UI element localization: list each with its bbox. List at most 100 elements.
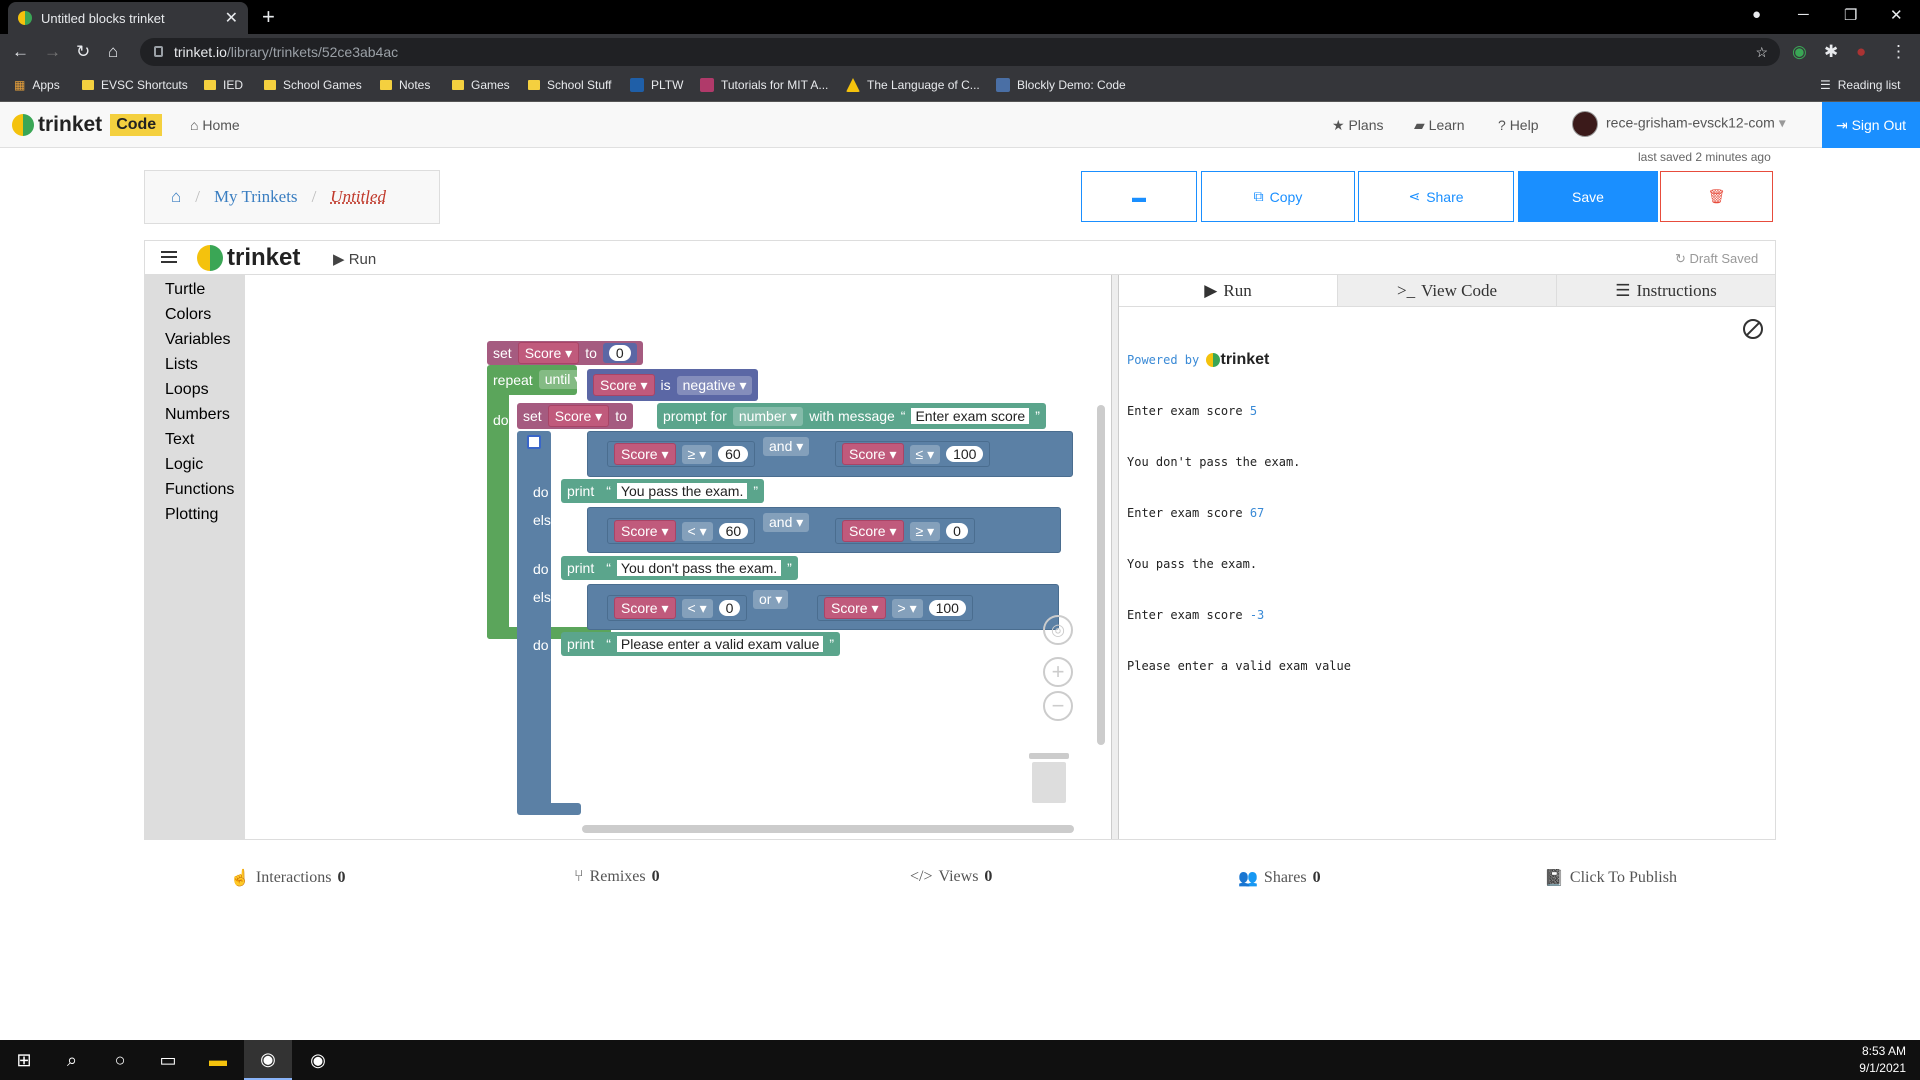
save-button[interactable]: Save <box>1518 171 1658 222</box>
compare-gt-100[interactable]: Score ▾ > ▾ 100 <box>817 595 973 621</box>
reload-icon[interactable]: ↻ <box>76 42 90 62</box>
score-variable-dropdown[interactable]: Score ▾ <box>614 597 676 619</box>
score-variable-dropdown[interactable]: Score ▾ <box>614 443 676 465</box>
browser-tab[interactable]: Untitled blocks trinket ✕ <box>8 2 248 34</box>
vertical-scrollbar[interactable] <box>1097 405 1105 745</box>
is-negative-block[interactable]: Score ▾ is negative ▾ <box>587 369 759 401</box>
number-field[interactable]: 60 <box>718 523 749 539</box>
toolbox-plotting[interactable]: Plotting <box>165 506 218 524</box>
publish-link[interactable]: 📓 Click To Publish <box>1544 868 1677 888</box>
toolbox-colors[interactable]: Colors <box>165 306 211 324</box>
toolbox-variables[interactable]: Variables <box>165 331 231 349</box>
profile-menu-icon[interactable]: ● <box>1752 6 1761 23</box>
task-view-icon[interactable]: ▭ <box>144 1040 192 1080</box>
hamburger-menu-icon[interactable] <box>161 251 177 263</box>
file-explorer-icon[interactable]: ▬ <box>194 1040 242 1080</box>
plans-link[interactable]: ★ Plans <box>1332 117 1383 134</box>
interactions-stat[interactable]: ☝ Interactions 0 <box>230 868 345 888</box>
bookmark-blockly-demo[interactable]: Blockly Demo: Code <box>996 78 1126 92</box>
grammarly-icon[interactable]: ◉ <box>1792 42 1807 62</box>
copy-button[interactable]: ⧉ Copy <box>1201 171 1355 222</box>
restore-icon[interactable]: ❐ <box>1844 6 1857 24</box>
pane-divider[interactable] <box>1111 275 1119 839</box>
back-icon[interactable]: ← <box>12 42 29 62</box>
score-variable-dropdown[interactable]: Score ▾ <box>842 443 904 465</box>
mutator-gear-icon[interactable] <box>527 435 541 449</box>
extensions-icon[interactable]: ✱ <box>1824 42 1838 62</box>
until-dropdown[interactable]: until ▾ <box>538 370 588 389</box>
or-dropdown[interactable]: or ▾ <box>753 589 789 609</box>
trinket-code-logo[interactable]: trinket Code <box>12 113 163 137</box>
operator-dropdown[interactable]: < ▾ <box>681 598 713 618</box>
number-field[interactable]: 60 <box>718 446 748 462</box>
chrome-taskbar-icon[interactable]: ◉ <box>244 1040 292 1080</box>
set-score-zero-block[interactable]: set Score ▾ to 0 <box>487 341 643 365</box>
views-stat[interactable]: </> Views 0 <box>910 868 992 886</box>
minimize-icon[interactable]: ─ <box>1798 6 1809 23</box>
remixes-stat[interactable]: ⑂ Remixes 0 <box>574 868 660 886</box>
new-tab-icon[interactable]: + <box>262 4 275 30</box>
zoom-out-icon[interactable]: − <box>1043 691 1073 721</box>
prompt-block[interactable]: prompt for number ▾ with message “Enter … <box>657 403 1046 429</box>
close-window-icon[interactable]: ✕ <box>1890 6 1903 24</box>
operator-dropdown[interactable]: < ▾ <box>681 521 713 541</box>
reading-list[interactable]: ☰ Reading list <box>1820 78 1900 92</box>
profile-avatar-icon[interactable]: ● <box>1856 42 1866 62</box>
bookmark-apps[interactable]: ▦ Apps <box>14 78 60 92</box>
operator-dropdown[interactable]: > ▾ <box>891 598 923 618</box>
tab-run[interactable]: ▶ Run <box>1119 275 1337 306</box>
bookmark-language-of-c[interactable]: The Language of C... <box>846 78 980 92</box>
operator-dropdown[interactable]: ≤ ▾ <box>909 444 941 464</box>
chrome-menu-icon[interactable]: ⋮ <box>1890 42 1907 62</box>
tab-instructions[interactable]: ☰ Instructions <box>1556 275 1775 306</box>
folder-button[interactable]: ▬ <box>1081 171 1197 222</box>
set-score-prompt-block[interactable]: set Score ▾ to <box>517 403 633 429</box>
bookmark-notes[interactable]: Notes <box>380 78 430 92</box>
search-icon[interactable]: ⌕ <box>48 1040 96 1080</box>
my-trinkets-link[interactable]: My Trinkets <box>214 187 298 207</box>
close-tab-icon[interactable]: ✕ <box>225 8 238 28</box>
score-variable-dropdown[interactable]: Score ▾ <box>614 520 676 542</box>
editor-logo[interactable]: trinket <box>197 244 300 272</box>
score-variable-dropdown[interactable]: Score ▾ <box>842 520 904 542</box>
number-field[interactable]: 100 <box>946 446 984 462</box>
print-pass-block[interactable]: print “You pass the exam.” <box>561 479 765 503</box>
number-type-dropdown[interactable]: number ▾ <box>732 406 804 426</box>
trash-can-icon[interactable] <box>1029 753 1069 803</box>
text-field[interactable]: You don't pass the exam. <box>616 560 782 576</box>
operator-dropdown[interactable]: ≥ ▾ <box>681 444 713 464</box>
toolbox-loops[interactable]: Loops <box>165 381 209 399</box>
operator-dropdown[interactable]: ≥ ▾ <box>909 521 941 541</box>
horizontal-scrollbar[interactable] <box>582 825 1074 833</box>
tab-view-code[interactable]: >_ View Code <box>1337 275 1556 306</box>
number-field[interactable]: 0 <box>946 523 968 539</box>
bookmark-pltw[interactable]: PLTW <box>630 78 683 92</box>
trinket-title[interactable]: Untitled <box>330 187 386 207</box>
share-button[interactable]: ⋖ Share <box>1358 171 1514 222</box>
number-field[interactable]: 0 <box>718 600 741 616</box>
bookmark-school-stuff[interactable]: School Stuff <box>528 78 612 92</box>
bookmark-ied[interactable]: IED <box>204 78 243 92</box>
print-fail-block[interactable]: print “You don't pass the exam.” <box>561 556 798 580</box>
score-variable-dropdown[interactable]: Score ▾ <box>547 405 610 427</box>
recenter-icon[interactable]: ◎ <box>1043 615 1073 645</box>
chrome-profile-taskbar-icon[interactable]: ◉ <box>294 1040 342 1080</box>
bookmark-tutorials-mit[interactable]: Tutorials for MIT A... <box>700 78 828 92</box>
compare-lt-60[interactable]: Score ▾ < ▾ 60 <box>607 518 756 544</box>
toolbox-numbers[interactable]: Numbers <box>165 406 230 424</box>
clear-output-icon[interactable] <box>1743 319 1763 339</box>
cortana-icon[interactable]: ○ <box>96 1040 144 1080</box>
toolbox-turtle[interactable]: Turtle <box>165 281 205 299</box>
bookmark-star-icon[interactable]: ☆ <box>1755 44 1768 61</box>
zoom-in-icon[interactable]: + <box>1043 657 1073 687</box>
home-crumb-icon[interactable]: ⌂ <box>171 187 181 207</box>
home-icon[interactable]: ⌂ <box>108 42 118 62</box>
and-dropdown[interactable]: and ▾ <box>763 436 810 456</box>
number-field[interactable]: 100 <box>928 600 966 616</box>
toolbox-lists[interactable]: Lists <box>165 356 198 374</box>
toolbox-text[interactable]: Text <box>165 431 194 449</box>
help-link[interactable]: ? Help <box>1498 117 1538 133</box>
compare-ge-60[interactable]: Score ▾ ≥ ▾ 60 <box>607 441 755 467</box>
forward-icon[interactable]: → <box>44 42 61 62</box>
text-field[interactable]: Please enter a valid exam value <box>616 636 824 652</box>
